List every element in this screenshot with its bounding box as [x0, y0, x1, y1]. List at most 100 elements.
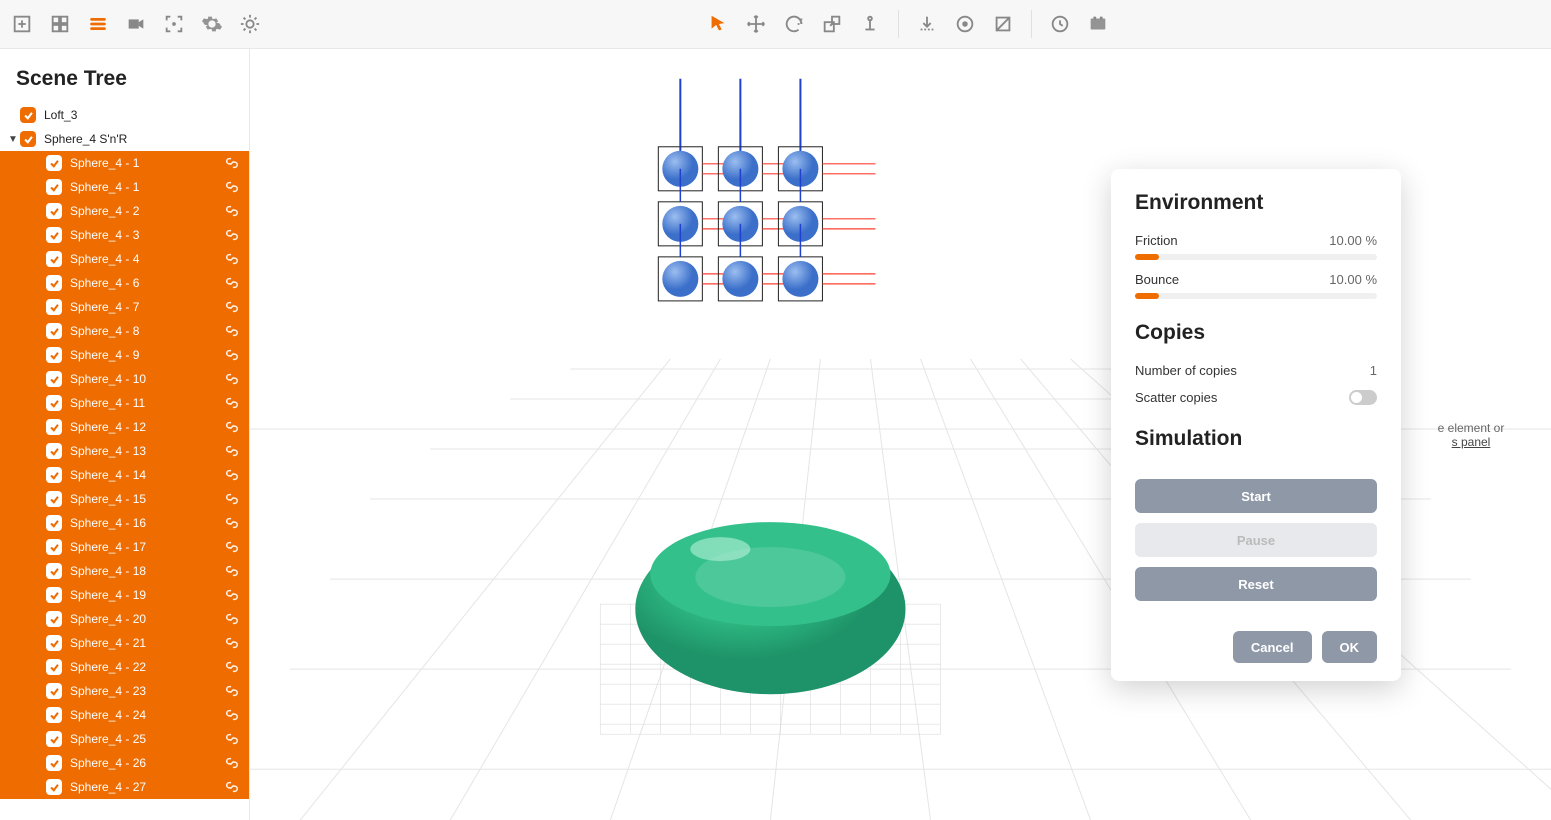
ground-icon[interactable]: [909, 6, 945, 42]
tree-row[interactable]: Sphere_4 - 22: [0, 655, 249, 679]
visibility-checkbox[interactable]: [46, 275, 62, 291]
tree-row[interactable]: Sphere_4 - 14: [0, 463, 249, 487]
visibility-checkbox[interactable]: [46, 155, 62, 171]
visibility-checkbox[interactable]: [46, 323, 62, 339]
visibility-checkbox[interactable]: [46, 659, 62, 675]
visibility-checkbox[interactable]: [46, 371, 62, 387]
visibility-checkbox[interactable]: [46, 179, 62, 195]
tree-row-label: Sphere_4 - 18: [70, 564, 225, 578]
tree-row[interactable]: Sphere_4 - 3: [0, 223, 249, 247]
bounce-slider[interactable]: [1135, 293, 1377, 299]
tree-row[interactable]: Sphere_4 - 20: [0, 607, 249, 631]
render-icon[interactable]: [1080, 6, 1116, 42]
visibility-checkbox[interactable]: [46, 251, 62, 267]
tree-row[interactable]: Sphere_4 - 21: [0, 631, 249, 655]
rotate-tool-icon[interactable]: [776, 6, 812, 42]
visibility-checkbox[interactable]: [46, 203, 62, 219]
visibility-checkbox[interactable]: [46, 539, 62, 555]
visibility-checkbox[interactable]: [46, 467, 62, 483]
tree-row[interactable]: Sphere_4 - 16: [0, 511, 249, 535]
visibility-checkbox[interactable]: [46, 443, 62, 459]
link-icon: [225, 684, 239, 698]
tree-row[interactable]: Sphere_4 - 19: [0, 583, 249, 607]
gear-icon[interactable]: [194, 6, 230, 42]
tree-row-label: Sphere_4 - 3: [70, 228, 225, 242]
tree-row[interactable]: Sphere_4 - 1: [0, 151, 249, 175]
tree-row[interactable]: Sphere_4 - 8: [0, 319, 249, 343]
tree-row[interactable]: Sphere_4 - 6: [0, 271, 249, 295]
tree-row[interactable]: Sphere_4 - 25: [0, 727, 249, 751]
tree-row[interactable]: Sphere_4 - 17: [0, 535, 249, 559]
visibility-checkbox[interactable]: [46, 419, 62, 435]
tree-row[interactable]: Sphere_4 - 4: [0, 247, 249, 271]
tree-row[interactable]: Sphere_4 - 13: [0, 439, 249, 463]
tree-row[interactable]: Sphere_4 - 15: [0, 487, 249, 511]
select-tool-icon[interactable]: [700, 6, 736, 42]
visibility-checkbox[interactable]: [46, 683, 62, 699]
visibility-checkbox[interactable]: [46, 611, 62, 627]
tree-row-label: Sphere_4 - 7: [70, 300, 225, 314]
link-icon: [225, 180, 239, 194]
friction-slider[interactable]: [1135, 254, 1377, 260]
tree-row[interactable]: Sphere_4 - 26: [0, 751, 249, 775]
tree-row[interactable]: Loft_3: [0, 103, 249, 127]
camera-icon[interactable]: [118, 6, 154, 42]
move-tool-icon[interactable]: [738, 6, 774, 42]
tree-row[interactable]: Sphere_4 - 12: [0, 415, 249, 439]
link-icon: [225, 492, 239, 506]
add-cube-icon[interactable]: [4, 6, 40, 42]
ok-button[interactable]: OK: [1322, 631, 1378, 663]
link-icon: [225, 348, 239, 362]
list-icon[interactable]: [80, 6, 116, 42]
visibility-checkbox[interactable]: [46, 347, 62, 363]
visibility-checkbox[interactable]: [46, 491, 62, 507]
start-button[interactable]: Start: [1135, 479, 1377, 513]
tree-row-label: Loft_3: [44, 108, 239, 122]
visibility-checkbox[interactable]: [46, 635, 62, 651]
visibility-checkbox[interactable]: [46, 707, 62, 723]
copies-value[interactable]: 1: [1370, 363, 1377, 378]
material-icon[interactable]: [985, 6, 1021, 42]
scale-tool-icon[interactable]: [814, 6, 850, 42]
tree-row[interactable]: Sphere_4 - 18: [0, 559, 249, 583]
tree-row[interactable]: Sphere_4 - 7: [0, 295, 249, 319]
visibility-checkbox[interactable]: [46, 227, 62, 243]
tree-row-label: Sphere_4 - 1: [70, 180, 225, 194]
visibility-checkbox[interactable]: [46, 515, 62, 531]
tree-row-label: Sphere_4 - 9: [70, 348, 225, 362]
visibility-checkbox[interactable]: [46, 563, 62, 579]
tree-row[interactable]: Sphere_4 - 23: [0, 679, 249, 703]
visibility-checkbox[interactable]: [46, 755, 62, 771]
visibility-checkbox[interactable]: [20, 131, 36, 147]
viewport-3d[interactable]: e element or s panel Environment Frictio…: [250, 49, 1551, 820]
simulation-heading: Simulation: [1135, 427, 1377, 451]
expand-icon[interactable]: ▼: [6, 134, 20, 145]
environment-heading: Environment: [1135, 191, 1377, 215]
focus-icon[interactable]: [156, 6, 192, 42]
visibility-checkbox[interactable]: [46, 587, 62, 603]
grid-icon[interactable]: [42, 6, 78, 42]
history-icon[interactable]: [1042, 6, 1078, 42]
tree-row[interactable]: Sphere_4 - 11: [0, 391, 249, 415]
cancel-button[interactable]: Cancel: [1233, 631, 1312, 663]
tree-row-label: Sphere_4 - 8: [70, 324, 225, 338]
copies-label: Number of copies: [1135, 363, 1237, 378]
tree-row[interactable]: Sphere_4 - 10: [0, 367, 249, 391]
tree-row[interactable]: Sphere_4 - 27: [0, 775, 249, 799]
tree-row[interactable]: Sphere_4 - 1: [0, 175, 249, 199]
tree-row[interactable]: Sphere_4 - 2: [0, 199, 249, 223]
visibility-checkbox[interactable]: [46, 779, 62, 795]
visibility-checkbox[interactable]: [46, 731, 62, 747]
tree-row[interactable]: Sphere_4 - 9: [0, 343, 249, 367]
pivot-tool-icon[interactable]: [852, 6, 888, 42]
reset-button[interactable]: Reset: [1135, 567, 1377, 601]
scene-tree[interactable]: Loft_3▼Sphere_4 S'n'RSphere_4 - 1Sphere_…: [0, 103, 249, 820]
scatter-toggle[interactable]: [1349, 390, 1377, 405]
visibility-checkbox[interactable]: [20, 107, 36, 123]
tree-row[interactable]: ▼Sphere_4 S'n'R: [0, 127, 249, 151]
visibility-checkbox[interactable]: [46, 395, 62, 411]
tree-row[interactable]: Sphere_4 - 24: [0, 703, 249, 727]
brightness-icon[interactable]: [232, 6, 268, 42]
visibility-checkbox[interactable]: [46, 299, 62, 315]
physics-icon[interactable]: [947, 6, 983, 42]
